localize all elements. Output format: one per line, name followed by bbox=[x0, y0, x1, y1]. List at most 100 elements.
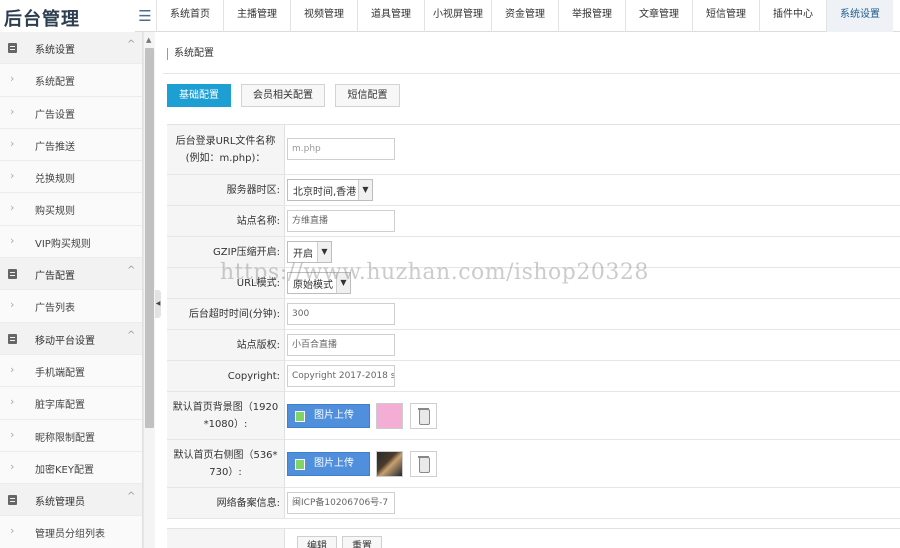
sidebar-item-mobile-config[interactable]: › 手机端配置 bbox=[0, 355, 142, 388]
side-image-label-line2: 730）: bbox=[209, 466, 242, 478]
config-form: 后台登录URL文件名称 (例如：m.php)： m.php 服务器时区: 北京时… bbox=[167, 124, 900, 519]
nav-item-articles[interactable]: 文章管理 bbox=[625, 0, 692, 32]
side-image-label: 默认首页右侧图（536* 730）: bbox=[167, 440, 285, 487]
nav-item-anchors[interactable]: 主播管理 bbox=[223, 0, 290, 32]
nav-item-props[interactable]: 道具管理 bbox=[357, 0, 424, 32]
reset-button[interactable]: 重置 bbox=[342, 536, 382, 548]
copyright-input[interactable]: Copyright 2017-2018 sjzl bbox=[287, 365, 395, 387]
chevron-right-icon: › bbox=[10, 362, 15, 376]
tab-basic-config[interactable]: 基础配置 bbox=[167, 84, 231, 107]
nav-item-videos[interactable]: 视频管理 bbox=[290, 0, 357, 32]
scrollbar-thumb[interactable] bbox=[145, 48, 154, 428]
sidebar: 系统设置 ^ › 系统配置 › 广告设置 › 广告推送 › 兑换规则 › 购买规… bbox=[0, 32, 143, 548]
sidebar-item-label: 管理员分组列表 bbox=[35, 529, 105, 541]
sidebar-item-ad-settings[interactable]: › 广告设置 bbox=[0, 97, 142, 129]
nav-item-reports[interactable]: 举报管理 bbox=[558, 0, 625, 32]
divider bbox=[163, 73, 900, 74]
sidebar-group-admins[interactable]: 系统管理员 ^ bbox=[0, 484, 142, 517]
chevron-right-icon: › bbox=[10, 104, 15, 118]
site-copyright-input[interactable]: 小百合直播 bbox=[287, 334, 395, 356]
nav-item-finance[interactable]: 资金管理 bbox=[491, 0, 558, 32]
config-tabs: 基础配置 会员相关配置 短信配置 bbox=[167, 84, 410, 107]
trash-icon[interactable] bbox=[410, 451, 437, 477]
brand-title: 后台管理 bbox=[4, 9, 80, 30]
timezone-value: 北京时间,香港 bbox=[293, 186, 357, 198]
bg-image-label-line2: *1080）: bbox=[203, 418, 248, 430]
nav-item-home[interactable]: 系统首页 bbox=[156, 0, 223, 32]
site-name-label: 站点名称: bbox=[167, 206, 285, 236]
sidebar-item-nickname-limits[interactable]: › 昵称限制配置 bbox=[0, 420, 142, 452]
upload-icon bbox=[295, 411, 305, 422]
chevron-right-icon: › bbox=[10, 395, 15, 409]
bg-image-upload-button[interactable]: 图片上传 bbox=[287, 404, 370, 428]
edit-button[interactable]: 编辑 bbox=[297, 536, 337, 548]
side-image-upload-button[interactable]: 图片上传 bbox=[287, 452, 370, 476]
sidebar-group-label: 广告配置 bbox=[35, 271, 75, 283]
sidebar-item-purchase-rules[interactable]: › 购买规则 bbox=[0, 193, 142, 226]
sidebar-collapse-handle[interactable]: ◀ bbox=[155, 290, 161, 318]
chevron-right-icon: › bbox=[10, 136, 15, 150]
sidebar-item-exchange-rules[interactable]: › 兑换规则 bbox=[0, 161, 142, 194]
sidebar-item-label: 广告列表 bbox=[35, 303, 75, 315]
sidebar-group-mobile-settings[interactable]: 移动平台设置 ^ bbox=[0, 322, 142, 355]
chevron-right-icon: › bbox=[10, 298, 15, 312]
site-name-input[interactable]: 方维直播 bbox=[287, 210, 395, 232]
caret-up-icon: ^ bbox=[127, 329, 136, 341]
nav-item-short-videos[interactable]: 小视屏管理 bbox=[424, 0, 491, 32]
brand: 后台管理 bbox=[0, 0, 135, 32]
chevron-right-icon: › bbox=[10, 459, 15, 473]
nav-item-system-settings[interactable]: 系统设置 bbox=[826, 0, 893, 32]
sidebar-group-ad-config[interactable]: 广告配置 ^ bbox=[0, 258, 142, 291]
sidebar-item-vip-rules[interactable]: › VIP购买规则 bbox=[0, 226, 142, 259]
form-row-timeout: 后台超时时间(分钟): 300 bbox=[167, 299, 900, 330]
form-row-site-copyright: 站点版权: 小百合直播 bbox=[167, 330, 900, 361]
sidebar-item-ad-list[interactable]: › 广告列表 bbox=[0, 290, 142, 323]
timeout-label: 后台超时时间(分钟): bbox=[167, 299, 285, 329]
sidebar-item-label: 昵称限制配置 bbox=[35, 432, 95, 444]
bg-image-thumbnail[interactable] bbox=[376, 403, 403, 429]
bg-image-label-line1: 默认首页背景图（1920 bbox=[172, 401, 279, 413]
icp-input[interactable]: 闽ICP备10206706号-7 bbox=[287, 492, 395, 514]
scroll-up-icon[interactable]: ▲ bbox=[146, 36, 151, 44]
upload-icon bbox=[295, 459, 305, 470]
caret-up-icon: ^ bbox=[127, 265, 136, 277]
timeout-input[interactable]: 300 bbox=[287, 303, 395, 325]
sidebar-item-encrypt-key[interactable]: › 加密KEY配置 bbox=[0, 452, 142, 485]
sidebar-item-label: 兑换规则 bbox=[35, 174, 75, 186]
chevron-down-icon: ▼ bbox=[317, 242, 331, 262]
sidebar-item-label: 脏字库配置 bbox=[35, 400, 85, 412]
watermark: https://www.huzhan.com/ishop20328 bbox=[220, 260, 649, 285]
sidebar-item-label: 购买规则 bbox=[35, 206, 75, 218]
form-row-admin-url: 后台登录URL文件名称 (例如：m.php)： m.php bbox=[167, 125, 900, 175]
trash-icon[interactable] bbox=[410, 403, 437, 429]
timezone-select[interactable]: 北京时间,香港 ▼ bbox=[287, 179, 373, 201]
sidebar-item-ad-push[interactable]: › 广告推送 bbox=[0, 129, 142, 162]
form-row-timezone: 服务器时区: 北京时间,香港 ▼ bbox=[167, 175, 900, 206]
admin-url-label-line1: 后台登录URL文件名称 bbox=[175, 135, 276, 147]
sidebar-item-label: 广告设置 bbox=[35, 109, 75, 121]
nav-item-sms[interactable]: 短信管理 bbox=[692, 0, 759, 32]
breadcrumb: 系统配置 bbox=[167, 48, 214, 60]
form-row-copyright: Copyright: Copyright 2017-2018 sjzl bbox=[167, 361, 900, 392]
list-icon bbox=[8, 495, 17, 506]
form-row-side-image: 默认首页右侧图（536* 730）: 图片上传 bbox=[167, 440, 900, 488]
sidebar-group-system-settings[interactable]: 系统设置 ^ bbox=[0, 32, 142, 65]
sidebar-item-system-config[interactable]: › 系统配置 bbox=[0, 64, 142, 97]
nav-item-plugins[interactable]: 插件中心 bbox=[759, 0, 826, 32]
tab-member-config[interactable]: 会员相关配置 bbox=[241, 84, 325, 107]
sidebar-item-admin-groups[interactable]: › 管理员分组列表 bbox=[0, 516, 142, 548]
chevron-right-icon: › bbox=[10, 233, 15, 247]
sidebar-item-dirty-words[interactable]: › 脏字库配置 bbox=[0, 387, 142, 420]
sidebar-scrollbar[interactable]: ▲ bbox=[143, 32, 155, 548]
upload-button-label: 图片上传 bbox=[314, 410, 354, 421]
tab-sms-config[interactable]: 短信配置 bbox=[335, 84, 400, 107]
admin-url-input[interactable]: m.php bbox=[287, 138, 395, 160]
form-actions-label-cell bbox=[167, 529, 285, 548]
menu-toggle-icon[interactable]: ☰ bbox=[135, 0, 155, 32]
side-image-thumbnail[interactable] bbox=[376, 451, 403, 477]
top-nav: 系统首页 主播管理 视频管理 道具管理 小视屏管理 资金管理 举报管理 文章管理… bbox=[156, 0, 893, 32]
caret-up-icon: ^ bbox=[127, 39, 136, 50]
chevron-right-icon: › bbox=[10, 169, 15, 183]
side-image-label-line1: 默认首页右侧图（536* bbox=[173, 449, 278, 461]
upload-button-label: 图片上传 bbox=[314, 458, 354, 469]
